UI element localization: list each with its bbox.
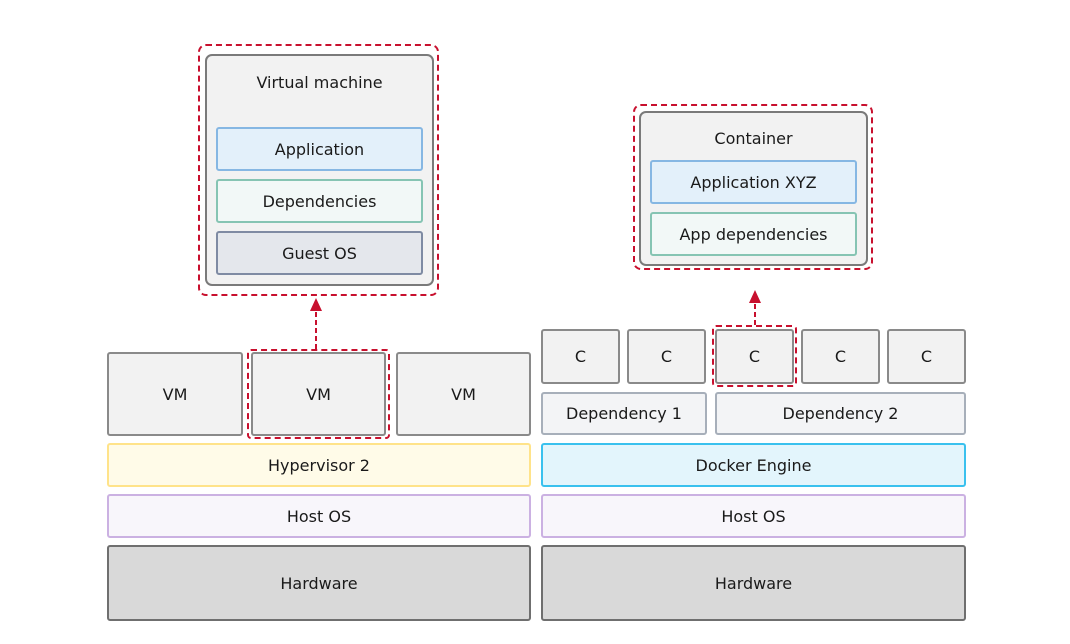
vm-expand-arrow xyxy=(310,298,322,349)
arrows-layer xyxy=(310,290,761,349)
container-expand-arrow xyxy=(749,290,761,325)
